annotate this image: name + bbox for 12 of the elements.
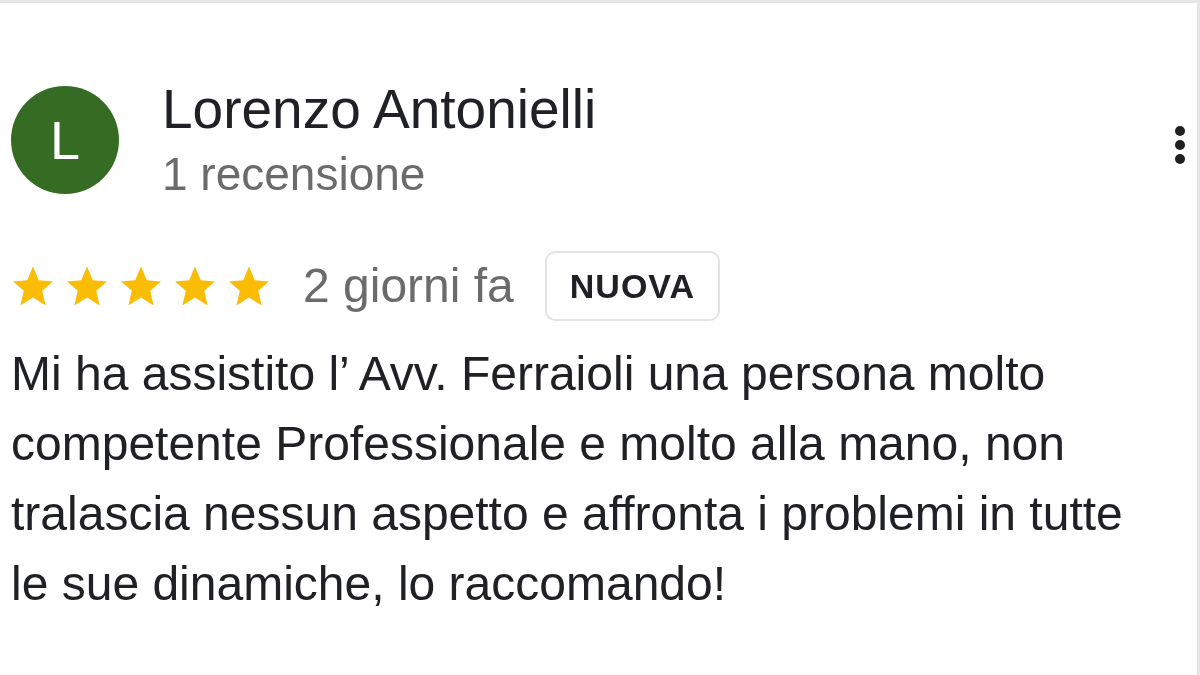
star-icon: [66, 266, 108, 306]
review-text: Mi ha assistito l’ Avv. Ferraioli una persona molto competente Professionale e molto alla mano, non tralascia nessun aspetto e affronta i problemi in tutte le sue dinamiche, lo raccomando!: [11, 346, 1124, 612]
star-icon: [12, 266, 54, 306]
star-icon: [120, 266, 162, 306]
star-icon: [228, 266, 270, 306]
more-options-icon[interactable]: [1175, 126, 1185, 164]
reviewer-name: Lorenzo Antonielli: [162, 79, 597, 139]
avatar: L: [11, 86, 119, 194]
new-review-tag: NUOVA: [544, 251, 721, 321]
star-icon: [174, 266, 216, 306]
review-count: 1 recensione: [162, 149, 427, 199]
review-date: 2 giorni fa: [303, 258, 514, 314]
